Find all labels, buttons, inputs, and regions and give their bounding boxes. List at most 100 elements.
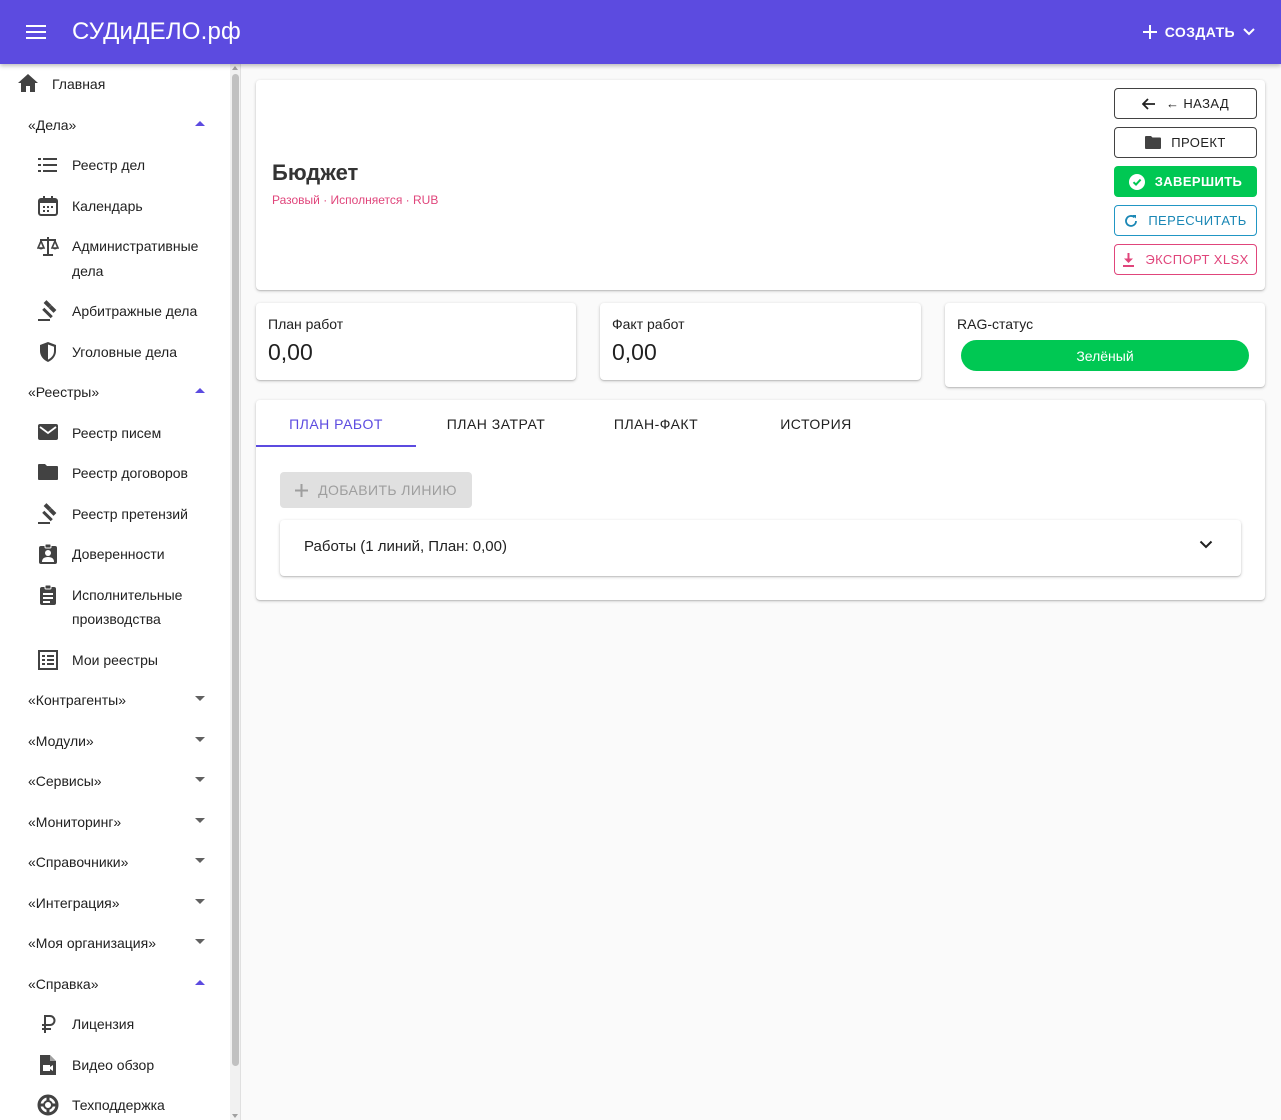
home-icon — [17, 73, 39, 95]
plus-icon — [1142, 25, 1157, 39]
sidebar-item-license[interactable]: Лицензия — [0, 1012, 230, 1036]
project-button[interactable]: ПРОЕКТ — [1114, 127, 1257, 158]
project-button-label: ПРОЕКТ — [1171, 135, 1226, 150]
sidebar-item-label: Арбитражные дела — [72, 303, 198, 319]
scroll-down-arrow-icon[interactable] — [232, 1114, 238, 1118]
sidebar-section-monitoring[interactable]: «Мониторинг» — [0, 804, 230, 840]
tab-plan-fact[interactable]: ПЛАН-ФАКТ — [576, 400, 736, 448]
sidebar-item-label-line2: производства — [72, 611, 161, 627]
brand-logo-text[interactable]: СУДиДЕЛО.рф — [72, 18, 241, 46]
page-subtitle: Разовый · Исполняется · RUB — [272, 193, 439, 207]
recalculate-button-label: ПЕРЕСЧИТАТЬ — [1148, 213, 1247, 228]
sidebar-item-label: Реестр претензий — [72, 506, 188, 522]
sidebar-section-label: «Справка» — [28, 976, 99, 992]
sidebar-item-label: Видео обзор — [72, 1057, 155, 1073]
gavel-icon — [37, 503, 59, 525]
sidebar-section-registries[interactable]: «Реестры» — [0, 374, 230, 410]
sidebar-item-enforcement[interactable]: Исполнительные производства — [0, 583, 230, 631]
works-accordion-title: Работы (1 линий, План: 0,00) — [304, 538, 507, 555]
plan-works-card: План работ 0,00 — [256, 303, 576, 380]
sidebar-item-calendar[interactable]: Календарь — [0, 194, 230, 218]
video-file-icon — [37, 1054, 59, 1076]
sidebar-item-contracts[interactable]: Реестр договоров — [0, 461, 230, 485]
sidebar-section-integration[interactable]: «Интеграция» — [0, 885, 230, 921]
add-line-button[interactable]: ДОБАВИТЬ ЛИНИЮ — [280, 472, 472, 508]
sidebar: Главная «Дела» Реестр дел Календарь Адми… — [0, 64, 241, 1120]
sidebar-item-support[interactable]: Техподдержка — [0, 1093, 230, 1117]
mail-icon — [37, 423, 59, 445]
badge-icon — [37, 543, 59, 565]
menu-icon[interactable] — [16, 12, 56, 52]
ruble-icon — [37, 1013, 59, 1035]
sidebar-section-label: «Реестры» — [28, 384, 100, 400]
plan-works-label: План работ — [268, 316, 344, 332]
finish-button[interactable]: ЗАВЕРШИТЬ — [1114, 166, 1257, 197]
caret-down-icon — [195, 858, 205, 863]
export-xlsx-button[interactable]: ЭКСПОРТ XLSX — [1114, 244, 1257, 275]
sidebar-item-powers[interactable]: Доверенности — [0, 542, 230, 566]
works-accordion[interactable]: Работы (1 линий, План: 0,00) — [280, 520, 1241, 576]
sidebar-section-help[interactable]: «Справка» — [0, 966, 230, 1002]
recalculate-button[interactable]: ПЕРЕСЧИТАТЬ — [1114, 205, 1257, 236]
plan-tabs-card: ПЛАН РАБОТ ПЛАН ЗАТРАТ ПЛАН-ФАКТ ИСТОРИЯ… — [256, 400, 1265, 600]
sidebar-item-video[interactable]: Видео обзор — [0, 1053, 230, 1077]
sidebar-item-label: Мои реестры — [72, 652, 158, 668]
sidebar-item-label: Календарь — [72, 198, 143, 214]
scrollbar-thumb[interactable] — [232, 74, 239, 1066]
download-icon — [1122, 252, 1135, 267]
sidebar-item-home[interactable]: Главная — [0, 72, 230, 96]
sidebar-section-label: «Мониторинг» — [28, 814, 122, 830]
arrow-left-icon — [1141, 97, 1156, 110]
sidebar-item-label: Реестр писем — [72, 425, 162, 441]
sidebar-scrollbar[interactable] — [230, 64, 240, 1120]
check-circle-icon — [1128, 173, 1145, 190]
sidebar-item-admin-cases[interactable]: Административные дела — [0, 234, 230, 282]
expand-chevron-icon[interactable] — [1199, 540, 1213, 549]
sidebar-item-claims[interactable]: Реестр претензий — [0, 502, 230, 526]
back-button[interactable]: ← НАЗАД — [1114, 88, 1257, 119]
sidebar-section-modules[interactable]: «Модули» — [0, 723, 230, 759]
sidebar-item-arbitration[interactable]: Арбитражные дела — [0, 299, 230, 323]
caret-down-icon — [195, 737, 205, 742]
sidebar-item-label: Доверенности — [72, 546, 165, 562]
sidebar-item-label: Главная — [52, 76, 106, 92]
sidebar-section-contractors[interactable]: «Контрагенты» — [0, 682, 230, 718]
folder-icon — [37, 463, 59, 485]
sidebar-section-label: «Контрагенты» — [28, 692, 127, 708]
sidebar-item-letters[interactable]: Реестр писем — [0, 421, 230, 445]
sidebar-section-directories[interactable]: «Справочники» — [0, 844, 230, 880]
plus-icon — [295, 483, 309, 497]
create-button-label: СОЗДАТЬ — [1164, 24, 1235, 40]
sidebar-item-my-registries[interactable]: Мои реестры — [0, 648, 230, 672]
caret-up-icon — [195, 388, 205, 393]
sidebar-section-label: «Интеграция» — [28, 895, 120, 911]
sidebar-item-label: Исполнительные — [72, 587, 183, 603]
tab-plan-works[interactable]: ПЛАН РАБОТ — [256, 400, 416, 448]
sidebar-section-my-org[interactable]: «Моя организация» — [0, 925, 230, 961]
create-button[interactable]: СОЗДАТЬ — [1142, 16, 1255, 48]
sidebar-section-services[interactable]: «Сервисы» — [0, 763, 230, 799]
rag-status-label: RAG-статус — [957, 316, 1034, 332]
sidebar-item-criminal[interactable]: Уголовные дела — [0, 340, 230, 364]
chevron-down-icon — [1243, 28, 1255, 36]
sidebar-section-cases[interactable]: «Дела» — [0, 107, 230, 143]
gavel-icon — [37, 300, 59, 322]
sidebar-item-label-line2: дела — [72, 263, 104, 279]
fact-works-value: 0,00 — [612, 339, 657, 365]
scroll-up-arrow-icon[interactable] — [232, 66, 238, 70]
sidebar-item-label: Техподдержка — [72, 1097, 165, 1113]
caret-down-icon — [195, 939, 205, 944]
finish-button-label: ЗАВЕРШИТЬ — [1154, 174, 1243, 189]
refresh-icon — [1124, 214, 1138, 228]
checklist-icon — [37, 649, 59, 671]
caret-up-icon — [195, 121, 205, 126]
page-title: Бюджет — [272, 160, 359, 185]
tab-plan-costs[interactable]: ПЛАН ЗАТРАТ — [416, 400, 576, 448]
lifebuoy-icon — [37, 1094, 59, 1116]
rag-status-badge: Зелёный — [961, 340, 1249, 371]
folder-icon — [1145, 136, 1162, 149]
sidebar-section-label: «Справочники» — [28, 854, 129, 870]
sidebar-item-case-registry[interactable]: Реестр дел — [0, 153, 230, 177]
caret-down-icon — [195, 777, 205, 782]
tab-history[interactable]: ИСТОРИЯ — [736, 400, 896, 448]
